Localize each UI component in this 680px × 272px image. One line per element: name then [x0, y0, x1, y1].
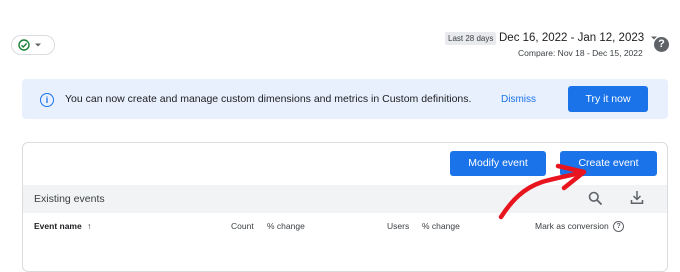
compare-range: Compare: Nov 18 - Dec 15, 2022 [518, 48, 643, 58]
download-icon[interactable] [630, 190, 644, 205]
column-users-change[interactable]: % change [422, 221, 460, 231]
column-mark-as-conversion[interactable]: Mark as conversion ? [535, 221, 625, 233]
banner-message: You can now create and manage custom dim… [65, 93, 472, 105]
event-name-header-label: Event name [34, 221, 82, 231]
help-icon[interactable]: ? [613, 221, 625, 233]
column-users[interactable]: Users [387, 221, 409, 231]
help-icon[interactable]: ? [654, 37, 669, 52]
column-count-change[interactable]: % change [267, 221, 305, 231]
date-range-label: Dec 16, 2022 - Jan 12, 2023 [499, 32, 645, 44]
dismiss-link[interactable]: Dismiss [501, 94, 536, 105]
check-circle-icon [18, 39, 30, 51]
sort-arrow-up-icon: ↑ [87, 221, 92, 231]
date-range-picker[interactable]: Dec 16, 2022 - Jan 12, 2023 [499, 30, 658, 46]
status-chip[interactable] [11, 35, 55, 55]
column-count[interactable]: Count [231, 221, 254, 231]
caret-down-icon [35, 43, 41, 47]
column-event-name[interactable]: Event name ↑ [34, 221, 91, 231]
try-it-now-button[interactable]: Try it now [568, 86, 648, 112]
info-icon: i [40, 93, 54, 107]
annotation-arrow-icon [498, 163, 587, 220]
existing-events-title: Existing events [34, 193, 105, 205]
date-range-badge: Last 28 days [445, 32, 497, 45]
mark-as-conversion-label: Mark as conversion [535, 221, 609, 231]
